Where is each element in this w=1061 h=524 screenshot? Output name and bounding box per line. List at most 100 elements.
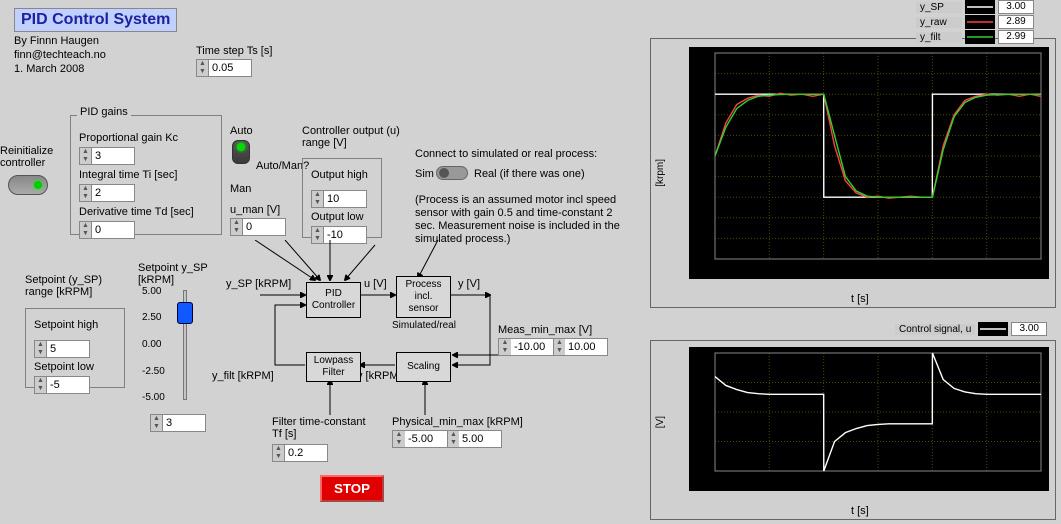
out-high-label: Output high bbox=[311, 169, 373, 181]
filter-input[interactable] bbox=[285, 445, 327, 461]
author-label: By Finnn Haugen bbox=[14, 35, 99, 47]
phys-min-input[interactable] bbox=[405, 431, 447, 447]
chart1-legend: y_SP 3.00 y_raw 2.89 y_filt 2.99 bbox=[916, 0, 1034, 44]
out-high-field[interactable]: ▲▼ bbox=[311, 190, 367, 208]
setpoint-slider[interactable]: 5.00 2.50 0.00 -2.50 -5.00 bbox=[168, 290, 202, 410]
sp-high-input[interactable] bbox=[47, 341, 89, 357]
connect-label: Connect to simulated or real process: bbox=[415, 148, 597, 160]
sig-y-sp: y_SP [kRPM] bbox=[226, 278, 291, 290]
spin-up-icon[interactable]: ▲ bbox=[197, 60, 208, 68]
chart2-ylabel: [V] bbox=[655, 416, 666, 428]
auto-label: Auto bbox=[230, 125, 253, 137]
svg-text:-5: -5 bbox=[702, 437, 711, 448]
legend-row-yraw: y_raw 2.89 bbox=[916, 15, 1034, 29]
meas-field[interactable]: ▲▼ ▲▼ bbox=[498, 338, 608, 356]
gain-td-field[interactable]: ▲▼ bbox=[79, 221, 135, 239]
auto-man-toggle[interactable] bbox=[232, 140, 250, 164]
svg-text:5.0: 5.0 bbox=[762, 263, 776, 274]
sp-low-field[interactable]: ▲▼ bbox=[34, 376, 90, 394]
gain-ti-input[interactable] bbox=[92, 185, 134, 201]
svg-text:30.0: 30.0 bbox=[1031, 475, 1049, 486]
svg-text:25.0: 25.0 bbox=[977, 263, 997, 274]
phys-max-input[interactable] bbox=[459, 431, 501, 447]
reinit-label: Reinitialize controller bbox=[0, 145, 53, 169]
gain-ti-label: Integral time Ti [sec] bbox=[79, 169, 213, 181]
gain-kc-label: Proportional gain Kc bbox=[79, 132, 213, 144]
man-label: Man bbox=[230, 183, 251, 195]
filter-field[interactable]: ▲▼ bbox=[272, 444, 328, 462]
svg-text:-4: -4 bbox=[702, 233, 711, 244]
svg-text:5: 5 bbox=[705, 378, 711, 389]
real-label: Real (if there was one) bbox=[474, 168, 585, 180]
sp-range-title: Setpoint (y_SP) range [kRPM] bbox=[25, 274, 102, 298]
reinitialize-button[interactable] bbox=[8, 175, 48, 195]
svg-text:15.0: 15.0 bbox=[868, 263, 888, 274]
svg-text:5.0: 5.0 bbox=[762, 475, 776, 486]
svg-text:0: 0 bbox=[705, 151, 711, 162]
svg-text:20.0: 20.0 bbox=[923, 475, 943, 486]
meas-max-input[interactable] bbox=[565, 339, 607, 355]
time-step-field[interactable]: ▲▼ bbox=[196, 59, 252, 77]
svg-text:-3: -3 bbox=[702, 213, 711, 224]
process-block-sub: Simulated/real bbox=[392, 320, 456, 331]
sp-low-input[interactable] bbox=[47, 377, 89, 393]
sig-y-krpm: y [kRPM] bbox=[357, 370, 402, 382]
ctrl-out-group: Output high ▲▼ Output low ▲▼ bbox=[302, 158, 382, 238]
svg-text:2: 2 bbox=[705, 110, 711, 121]
svg-text:30.0: 30.0 bbox=[1031, 263, 1049, 274]
stop-button[interactable]: STOP bbox=[320, 475, 384, 502]
page-title: PID Control System bbox=[14, 8, 177, 32]
chart1-xlabel: t [s] bbox=[851, 293, 869, 305]
u-man-field[interactable]: ▲▼ bbox=[230, 218, 286, 236]
chart2-legend: Control signal, u 3.00 bbox=[895, 322, 1047, 336]
svg-text:-1: -1 bbox=[702, 172, 711, 183]
out-high-input[interactable] bbox=[324, 191, 366, 207]
chart2-plot: -10-505100.05.010.015.020.025.030.0 bbox=[689, 347, 1049, 491]
chart-panel-2: [V] -10-505100.05.010.015.020.025.030.0 … bbox=[650, 340, 1056, 520]
out-low-label: Output low bbox=[311, 211, 373, 223]
meas-label: Meas_min_max [V] bbox=[498, 324, 592, 336]
lowpass-block: Lowpass Filter bbox=[306, 352, 361, 382]
gain-td-input[interactable] bbox=[92, 222, 134, 238]
gain-ti-field[interactable]: ▲▼ bbox=[79, 184, 135, 202]
setpoint-value-input[interactable] bbox=[163, 415, 205, 431]
gain-td-label: Derivative time Td [sec] bbox=[79, 206, 213, 218]
sig-y-filt: y_filt [kRPM] bbox=[212, 370, 274, 382]
setpoint-value-field[interactable]: ▲▼ bbox=[150, 414, 206, 432]
legend-row-ysp: y_SP 3.00 bbox=[916, 0, 1034, 14]
svg-text:1: 1 bbox=[705, 130, 711, 141]
u-man-input[interactable] bbox=[243, 219, 285, 235]
sig-u: u [V] bbox=[364, 278, 387, 290]
legend-row-yfilt: y_filt 2.99 bbox=[916, 30, 1034, 44]
gain-kc-input[interactable] bbox=[92, 148, 134, 164]
email-label: finn@techteach.no bbox=[14, 49, 106, 61]
phys-field[interactable]: ▲▼ ▲▼ bbox=[392, 430, 502, 448]
process-block: Process incl. sensor bbox=[396, 276, 451, 318]
sim-label: Sim bbox=[415, 168, 434, 180]
chart1-ylabel: [krpm] bbox=[655, 159, 666, 187]
sim-real-toggle[interactable] bbox=[436, 166, 468, 180]
chart2-xlabel: t [s] bbox=[851, 505, 869, 517]
ctrl-out-title: Controller output (u) range [V] bbox=[302, 125, 400, 149]
svg-text:5: 5 bbox=[705, 48, 711, 59]
svg-text:10.0: 10.0 bbox=[814, 475, 834, 486]
slider-label: Setpoint y_SP [kRPM] bbox=[138, 262, 208, 286]
spin-down-icon[interactable]: ▼ bbox=[197, 68, 208, 76]
sp-high-field[interactable]: ▲▼ bbox=[34, 340, 90, 358]
time-step-input[interactable] bbox=[209, 60, 251, 76]
svg-text:3: 3 bbox=[705, 89, 711, 100]
meas-min-input[interactable] bbox=[511, 339, 553, 355]
svg-text:15.0: 15.0 bbox=[868, 475, 888, 486]
gain-kc-field[interactable]: ▲▼ bbox=[79, 147, 135, 165]
phys-label: Physical_min_max [kRPM] bbox=[392, 416, 523, 428]
slider-thumb[interactable] bbox=[177, 302, 193, 324]
sp-range-group: Setpoint high ▲▼ Setpoint low ▲▼ bbox=[25, 308, 125, 388]
sig-y: y [V] bbox=[458, 278, 480, 290]
pid-block: PID Controller bbox=[306, 282, 361, 318]
svg-text:0.0: 0.0 bbox=[708, 475, 722, 486]
filter-label: Filter time-constant Tf [s] bbox=[272, 416, 366, 440]
scaling-block: Scaling bbox=[396, 352, 451, 382]
time-step-label: Time step Ts [s] bbox=[196, 45, 272, 57]
svg-text:4: 4 bbox=[705, 69, 711, 80]
chart1-plot: -5-4-3-2-10123450.05.010.015.020.025.030… bbox=[689, 47, 1049, 279]
